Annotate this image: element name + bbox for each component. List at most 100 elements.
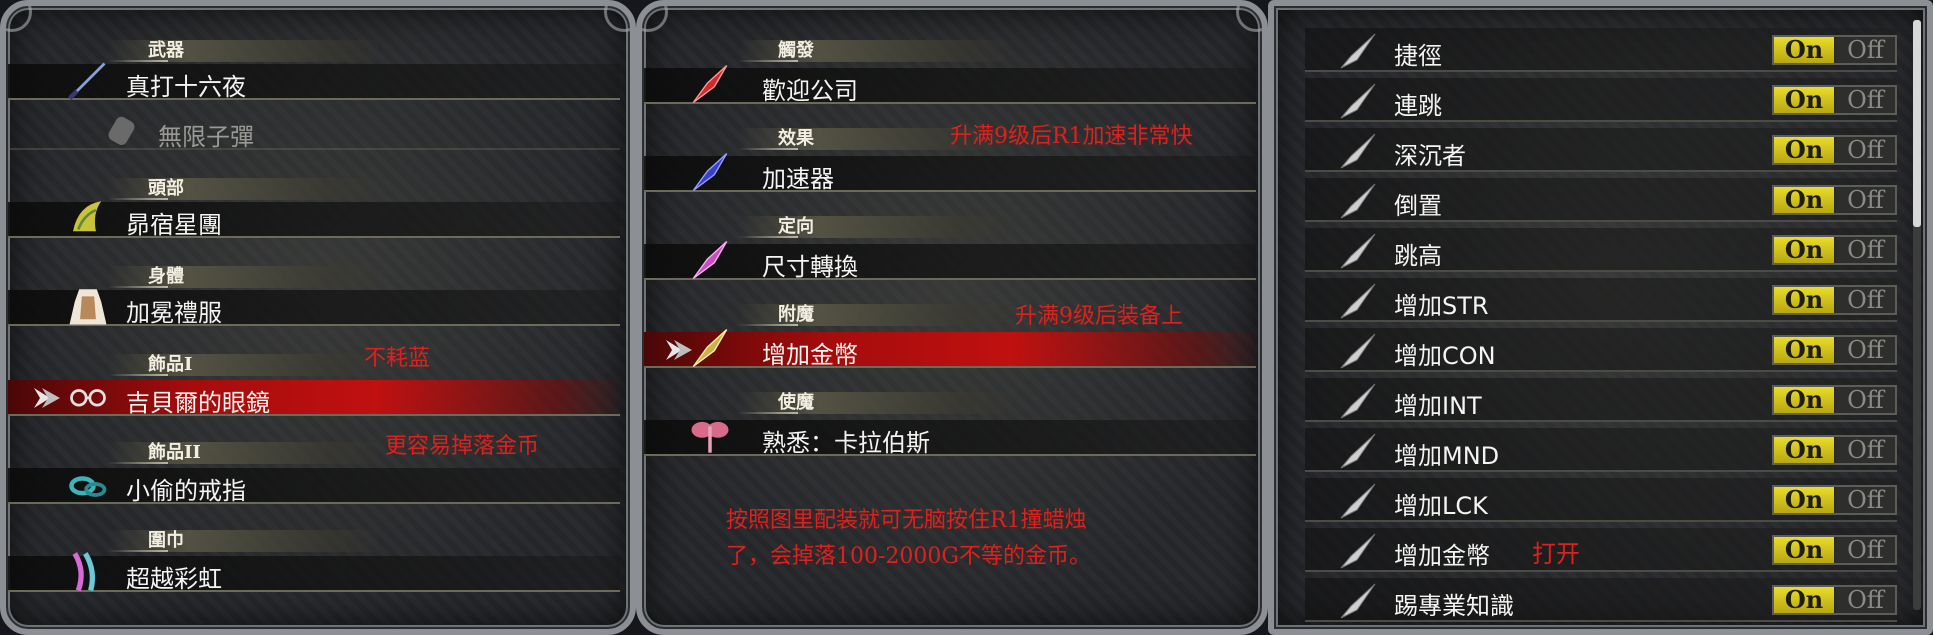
toggle-off[interactable]: Off bbox=[1836, 437, 1895, 463]
option-row[interactable]: 踢專業知識 On Off bbox=[1305, 578, 1897, 622]
option-row[interactable]: 跳高 On Off bbox=[1305, 228, 1897, 272]
option-row[interactable]: 增加STR On Off bbox=[1305, 278, 1897, 322]
shard-sword-icon bbox=[1340, 583, 1376, 619]
option-row[interactable]: 倒置 On Off bbox=[1305, 178, 1897, 222]
option-row[interactable]: 增加金幣 打开 On Off bbox=[1305, 528, 1897, 572]
option-row[interactable]: 深沉者 On Off bbox=[1305, 128, 1897, 172]
toggle-on[interactable]: On bbox=[1774, 387, 1836, 413]
toggle-on[interactable]: On bbox=[1774, 237, 1836, 263]
on-off-toggle[interactable]: On Off bbox=[1772, 235, 1897, 265]
toggle-on[interactable]: On bbox=[1774, 137, 1836, 163]
toggle-on[interactable]: On bbox=[1774, 537, 1836, 563]
toggle-on[interactable]: On bbox=[1774, 87, 1836, 113]
category-label: 使魔 bbox=[738, 392, 1018, 414]
toggle-on[interactable]: On bbox=[1774, 287, 1836, 313]
scrollbar-thumb[interactable] bbox=[1913, 20, 1921, 227]
equip-name: 無限子彈 bbox=[158, 123, 254, 151]
toggle-off[interactable]: Off bbox=[1836, 87, 1895, 113]
equip-row-subweapon[interactable]: 無限子彈 bbox=[8, 114, 620, 151]
shard-row-effect[interactable]: 加速器 bbox=[644, 153, 1256, 193]
on-off-toggle[interactable]: On Off bbox=[1772, 85, 1897, 115]
option-label: 增加MND bbox=[1394, 442, 1500, 470]
category-label: 觸發 bbox=[738, 40, 1018, 62]
toggle-on[interactable]: On bbox=[1774, 487, 1836, 513]
shard-name: 歡迎公司 bbox=[762, 77, 858, 105]
equip-row-head[interactable]: 昴宿星團 bbox=[8, 201, 620, 239]
equip-row-accessory-2[interactable]: 小偷的戒指 bbox=[8, 468, 620, 505]
on-off-toggle[interactable]: On Off bbox=[1772, 35, 1897, 65]
shard-name: 增加金幣 bbox=[762, 341, 858, 369]
toggle-on[interactable]: On bbox=[1774, 587, 1836, 613]
option-row[interactable]: 捷徑 On Off bbox=[1305, 28, 1897, 72]
option-label: 捷徑 bbox=[1394, 42, 1442, 70]
annotation-note: 了，会掉落100-2000G不等的金币。 bbox=[726, 544, 1091, 569]
equip-row-accessory-1[interactable]: 吉貝爾的眼鏡 bbox=[8, 380, 620, 417]
option-label: 跳高 bbox=[1394, 242, 1442, 270]
annotation-note: 打开 bbox=[1532, 540, 1580, 568]
toggle-off[interactable]: Off bbox=[1836, 37, 1895, 63]
category-label: 飾品II bbox=[108, 442, 378, 464]
equip-row-scarf[interactable]: 超越彩虹 bbox=[8, 552, 620, 593]
annotation-note: 按照图里配装就可无脑按住R1撞蜡烛 bbox=[726, 508, 1087, 533]
shard-sword-icon bbox=[1340, 533, 1376, 569]
shard-row-directional[interactable]: 尺寸轉換 bbox=[644, 241, 1256, 281]
option-row[interactable]: 增加INT On Off bbox=[1305, 378, 1897, 422]
shard-sword-icon bbox=[1340, 433, 1376, 469]
option-row[interactable]: 增加LCK On Off bbox=[1305, 478, 1897, 522]
on-off-toggle[interactable]: On Off bbox=[1772, 435, 1897, 465]
toggle-off[interactable]: Off bbox=[1836, 187, 1895, 213]
toggle-off[interactable]: Off bbox=[1836, 137, 1895, 163]
shard-sword-icon bbox=[1340, 483, 1376, 519]
category-label: 定向 bbox=[738, 216, 1018, 238]
shard-row-enchant[interactable]: 增加金幣 bbox=[644, 329, 1256, 369]
option-label: 增加LCK bbox=[1394, 492, 1488, 520]
pink-shard-icon bbox=[688, 238, 732, 282]
toggle-off[interactable]: Off bbox=[1836, 337, 1895, 363]
on-off-toggle[interactable]: On Off bbox=[1772, 535, 1897, 565]
fairy-icon bbox=[688, 414, 732, 458]
category-label: 附魔 bbox=[738, 304, 1018, 326]
toggle-off[interactable]: Off bbox=[1836, 487, 1895, 513]
equip-row-weapon[interactable]: 真打十六夜 bbox=[8, 62, 620, 101]
option-label: 深沉者 bbox=[1394, 142, 1466, 170]
shard-name: 熟悉：卡拉伯斯 bbox=[762, 429, 930, 457]
on-off-toggle[interactable]: On Off bbox=[1772, 335, 1897, 365]
shard-sword-icon bbox=[1340, 383, 1376, 419]
shard-row-familiar[interactable]: 熟悉：卡拉伯斯 bbox=[644, 420, 1256, 457]
toggle-off[interactable]: Off bbox=[1836, 237, 1895, 263]
on-off-toggle[interactable]: On Off bbox=[1772, 485, 1897, 515]
toggle-off[interactable]: Off bbox=[1836, 537, 1895, 563]
option-row[interactable]: 增加MND On Off bbox=[1305, 428, 1897, 472]
on-off-toggle[interactable]: On Off bbox=[1772, 135, 1897, 165]
option-row[interactable]: 連跳 On Off bbox=[1305, 78, 1897, 122]
on-off-toggle[interactable]: On Off bbox=[1772, 285, 1897, 315]
frame-ornament bbox=[1236, 6, 1262, 32]
gold-shard-icon bbox=[688, 326, 732, 370]
rainbow-scarf-icon bbox=[66, 550, 110, 594]
toggle-on[interactable]: On bbox=[1774, 187, 1836, 213]
frame-ornament bbox=[642, 6, 668, 32]
equip-row-body[interactable]: 加冕禮服 bbox=[8, 289, 620, 327]
toggle-off[interactable]: Off bbox=[1836, 287, 1895, 313]
frame-ornament bbox=[604, 6, 630, 32]
toggle-on[interactable]: On bbox=[1774, 437, 1836, 463]
shard-sword-icon bbox=[1340, 233, 1376, 269]
annotation-note: 不耗蓝 bbox=[364, 346, 431, 371]
shard-sword-icon bbox=[1340, 33, 1376, 69]
equip-name: 昴宿星團 bbox=[126, 211, 222, 239]
toggle-off[interactable]: Off bbox=[1836, 587, 1895, 613]
glasses-icon bbox=[66, 374, 110, 418]
option-row[interactable]: 增加CON On Off bbox=[1305, 328, 1897, 372]
equip-name: 吉貝爾的眼鏡 bbox=[126, 389, 270, 417]
option-label: 增加INT bbox=[1394, 392, 1482, 420]
on-off-toggle[interactable]: On Off bbox=[1772, 185, 1897, 215]
shard-sword-icon bbox=[1340, 183, 1376, 219]
shard-row-trigger[interactable]: 歡迎公司 bbox=[644, 65, 1256, 105]
on-off-toggle[interactable]: On Off bbox=[1772, 585, 1897, 615]
shard-sword-icon bbox=[1340, 133, 1376, 169]
toggle-off[interactable]: Off bbox=[1836, 387, 1895, 413]
toggle-on[interactable]: On bbox=[1774, 37, 1836, 63]
frame-ornament bbox=[6, 6, 32, 32]
on-off-toggle[interactable]: On Off bbox=[1772, 385, 1897, 415]
toggle-on[interactable]: On bbox=[1774, 337, 1836, 363]
